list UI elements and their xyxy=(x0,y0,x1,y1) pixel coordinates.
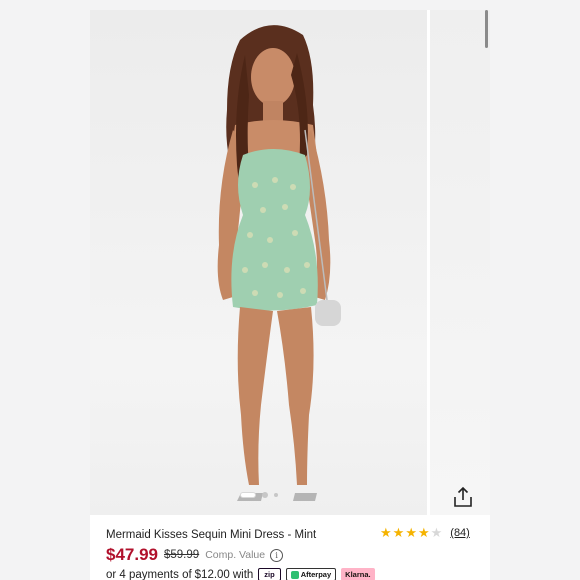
afterpay-logo-icon xyxy=(290,570,299,579)
product-info: Mermaid Kisses Sequin Mini Dress - Mint … xyxy=(90,515,490,580)
product-image-gallery[interactable] xyxy=(90,10,490,515)
installment-amount: $12.00 xyxy=(194,568,230,580)
review-count-link[interactable]: (84) xyxy=(450,527,470,539)
installment-text: or 4 payments of xyxy=(106,568,192,580)
share-upload-icon[interactable] xyxy=(451,485,475,509)
carousel-dot[interactable] xyxy=(274,493,278,497)
compare-value-label: Comp. Value xyxy=(205,549,266,561)
star-filled-icon: ★ xyxy=(417,525,430,540)
star-filled-icon: ★ xyxy=(380,525,392,540)
installment-with: with xyxy=(232,568,254,580)
product-title: Mermaid Kisses Sequin Mini Dress - Mint xyxy=(106,529,317,541)
star-filled-icon: ★ xyxy=(392,525,405,540)
price-row: $47.99 $59.99 Comp. Value i xyxy=(106,545,284,565)
afterpay-label: Afterpay xyxy=(300,570,332,579)
compare-price: $59.99 xyxy=(164,549,200,561)
rating-stars: ★ ★ ★ ★ ★ xyxy=(380,526,442,540)
afterpay-badge[interactable]: Afterpay xyxy=(285,568,337,580)
star-empty-icon: ★ xyxy=(430,525,443,540)
klarna-badge[interactable]: Klarna. xyxy=(341,568,375,580)
model-figure xyxy=(217,25,341,501)
product-rating[interactable]: ★ ★ ★ ★ ★ (84) xyxy=(380,526,470,540)
info-icon[interactable]: i xyxy=(270,548,284,562)
carousel-dot-active[interactable] xyxy=(240,492,256,498)
product-image-next-preview[interactable] xyxy=(430,10,490,515)
carousel-dots xyxy=(240,490,278,500)
carousel-dot[interactable] xyxy=(262,492,268,498)
product-screen: Mermaid Kisses Sequin Mini Dress - Mint … xyxy=(90,10,490,580)
installment-row: or 4 payments of $12.00 with zip Afterpa… xyxy=(106,568,375,580)
product-image-main[interactable] xyxy=(90,10,427,515)
star-filled-icon: ★ xyxy=(405,525,417,540)
zip-badge[interactable]: zip xyxy=(258,568,281,580)
scrollbar-thumb[interactable] xyxy=(485,10,488,48)
sale-price: $47.99 xyxy=(106,545,158,564)
